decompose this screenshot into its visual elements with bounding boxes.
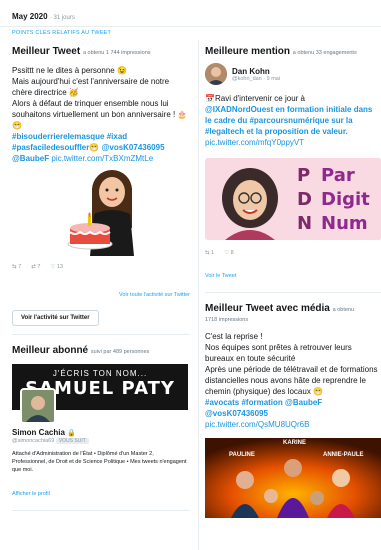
word-1: Par (321, 165, 355, 186)
photo-label-annie-paule: ANNIE-PAULE (323, 452, 364, 458)
photo-label-pauline: PAULINE (229, 452, 255, 458)
word-3: Num (321, 213, 368, 234)
best-tweet-mention-1[interactable]: @vosK07436095 (102, 143, 165, 152)
follower-handle: @simoncachia69 (12, 438, 55, 444)
mention-author[interactable]: Dan Kohn @kohn_dan · 9 mai (205, 63, 381, 85)
view-tweet-link[interactable]: Voir le Tweet (205, 273, 236, 279)
best-tweet-hashtags-2[interactable]: #pasfaciledesouffler😁 (12, 143, 99, 152)
left-bottom-divider (12, 510, 190, 511)
mention-line-1: 📅Ravi d'intervenir ce jour à (205, 94, 305, 103)
mention-author-avatar[interactable] (205, 63, 227, 85)
best-mention-heading: Meilleure mention (205, 46, 291, 57)
right-column: Meilleure mention a obtenu 33 engagement… (205, 40, 381, 518)
letter-3: N (297, 213, 313, 234)
follower-bio: Attaché d'Administration de l'État • Dip… (12, 451, 187, 473)
media-words: Par Digit Num (321, 164, 370, 236)
media-link[interactable]: pic.twitter.com/QsMU8UQr6B (205, 420, 309, 429)
media-line-2: Nos équipes sont prêtes à retrouver leur… (205, 343, 352, 363)
retweet-count: ⇆ 7 (12, 264, 22, 270)
period-header: May 2020 · 31 jours (12, 12, 75, 21)
best-tweet-line-2: Mais aujourd'hui c'est l'anniversaire de… (12, 77, 170, 97)
mention-author-handle: @kohn_dan · 9 mai (232, 75, 281, 82)
cake-illustration (67, 170, 134, 256)
best-mention-title: Meilleure mention a obtenu 33 engagement… (205, 46, 381, 57)
best-tweet-mention-2[interactable]: @BaubeF (12, 154, 49, 163)
mention-line-2[interactable]: @IXADNordOuest en formation initiale dan… (205, 104, 381, 137)
person-avatar-icon (22, 390, 54, 422)
mention-stats: ⇆ 1 ♡ 8 (205, 250, 381, 256)
media-line-1: C'est la reprise ! (205, 332, 263, 341)
best-follower-heading: Meilleur abonné (12, 345, 89, 356)
best-tweet-link[interactable]: pic.twitter.com/TxBXmZMtLe (51, 154, 153, 163)
best-tweet-stats: ⇆ 7 ⇄ 7 ♡ 13 (12, 264, 190, 270)
follower-name-row: Simon Cachia 🔒 (12, 428, 190, 437)
best-follower-count: suivi par 489 personnes (90, 349, 150, 355)
left-column: Meilleur Tweet a obtenu 1 744 impression… (12, 40, 190, 511)
view-profile-link[interactable]: Afficher le profil (12, 491, 50, 497)
person-avatar-icon (205, 63, 227, 85)
mention-retweet-count: ⇆ 1 (205, 250, 215, 256)
best-follower-title: Meilleur abonné suivi par 489 personnes (12, 345, 190, 356)
team-photo[interactable]: KARINE PAULINE ANNIE-PAULE (205, 438, 381, 518)
follower-handle-row: @simoncachia69 VOUS SUIT (12, 438, 190, 444)
best-tweet-media[interactable] (52, 170, 172, 256)
mention-like-count: ♡ 8 (224, 250, 234, 256)
header-divider (0, 26, 381, 27)
reply-count: ⇄ 7 (31, 264, 41, 270)
best-tweet-hashtags[interactable]: #bisouderriereIemasque #ixad (12, 132, 127, 141)
mention-text: 📅Ravi d'intervenir ce jour à @IXADNordOu… (205, 93, 381, 148)
lock-icon: 🔒 (67, 430, 76, 437)
right-divider (205, 292, 381, 293)
like-count: ♡ 13 (50, 264, 63, 270)
media-mention-1[interactable]: @BaubeF (285, 398, 322, 407)
word-2: Digit (321, 189, 370, 210)
photo-label-karine: KARINE (283, 440, 307, 446)
best-tweet-line-3: Alors à défaut de trinquer ensemble nous… (12, 99, 188, 130)
media-letters: P D N (297, 164, 312, 236)
best-tweet-title: Meilleur Tweet a obtenu 1 744 impression… (12, 46, 190, 57)
best-media-impressions: 1718 impressions (205, 317, 249, 323)
follower-name[interactable]: Simon Cachia (12, 428, 65, 437)
follower-avatar[interactable] (20, 388, 56, 424)
letter-2: D (297, 189, 312, 210)
best-mention-engagements: a obtenu 33 engagements (292, 50, 357, 56)
best-tweet-heading: Meilleur Tweet (12, 46, 81, 57)
media-mention-2[interactable]: @vosK07436095 (205, 409, 268, 418)
period-title: May 2020 (12, 12, 48, 21)
best-media-text: C'est la reprise ! Nos équipes sont prêt… (205, 331, 381, 430)
banner-top-text: J'ÉCRIS TON NOM... (52, 369, 148, 378)
best-media-heading: Meilleur Tweet avec média (205, 303, 330, 314)
media-line-3: Après une période de télétravail et de f… (205, 365, 378, 396)
view-all-activity-link[interactable]: Voir toute l'activité sur Twitter (119, 292, 190, 298)
follows-you-badge: VOUS SUIT (55, 438, 89, 444)
section-label: POINTS CLÉS RELATIFS AU TWEET (12, 30, 112, 36)
mention-media[interactable]: P D N Par Digit Num (205, 158, 381, 240)
letter-1: P (297, 165, 311, 186)
view-activity-button[interactable]: Voir l'activité sur Twitter (12, 310, 99, 326)
column-divider (198, 40, 199, 550)
team-photo-illustration (205, 438, 381, 518)
period-days: · 31 jours (49, 15, 75, 21)
best-tweet-line-1: Pssittt ne le dites à personne 😉 (12, 66, 127, 75)
mention-author-name: Dan Kohn (232, 66, 270, 76)
best-tweet-impressions: a obtenu 1 744 impressions (82, 50, 151, 56)
mention-link[interactable]: pic.twitter.com/mfqY0ppyVT (205, 138, 304, 147)
best-media-title: Meilleur Tweet avec média a obtenu (205, 303, 381, 314)
best-tweet-text: Pssittt ne le dites à personne 😉 Mais au… (12, 65, 190, 164)
media-hashtags[interactable]: #avocats #formation (205, 398, 283, 407)
best-media-obtained: a obtenu (332, 307, 355, 313)
left-divider (12, 334, 190, 335)
